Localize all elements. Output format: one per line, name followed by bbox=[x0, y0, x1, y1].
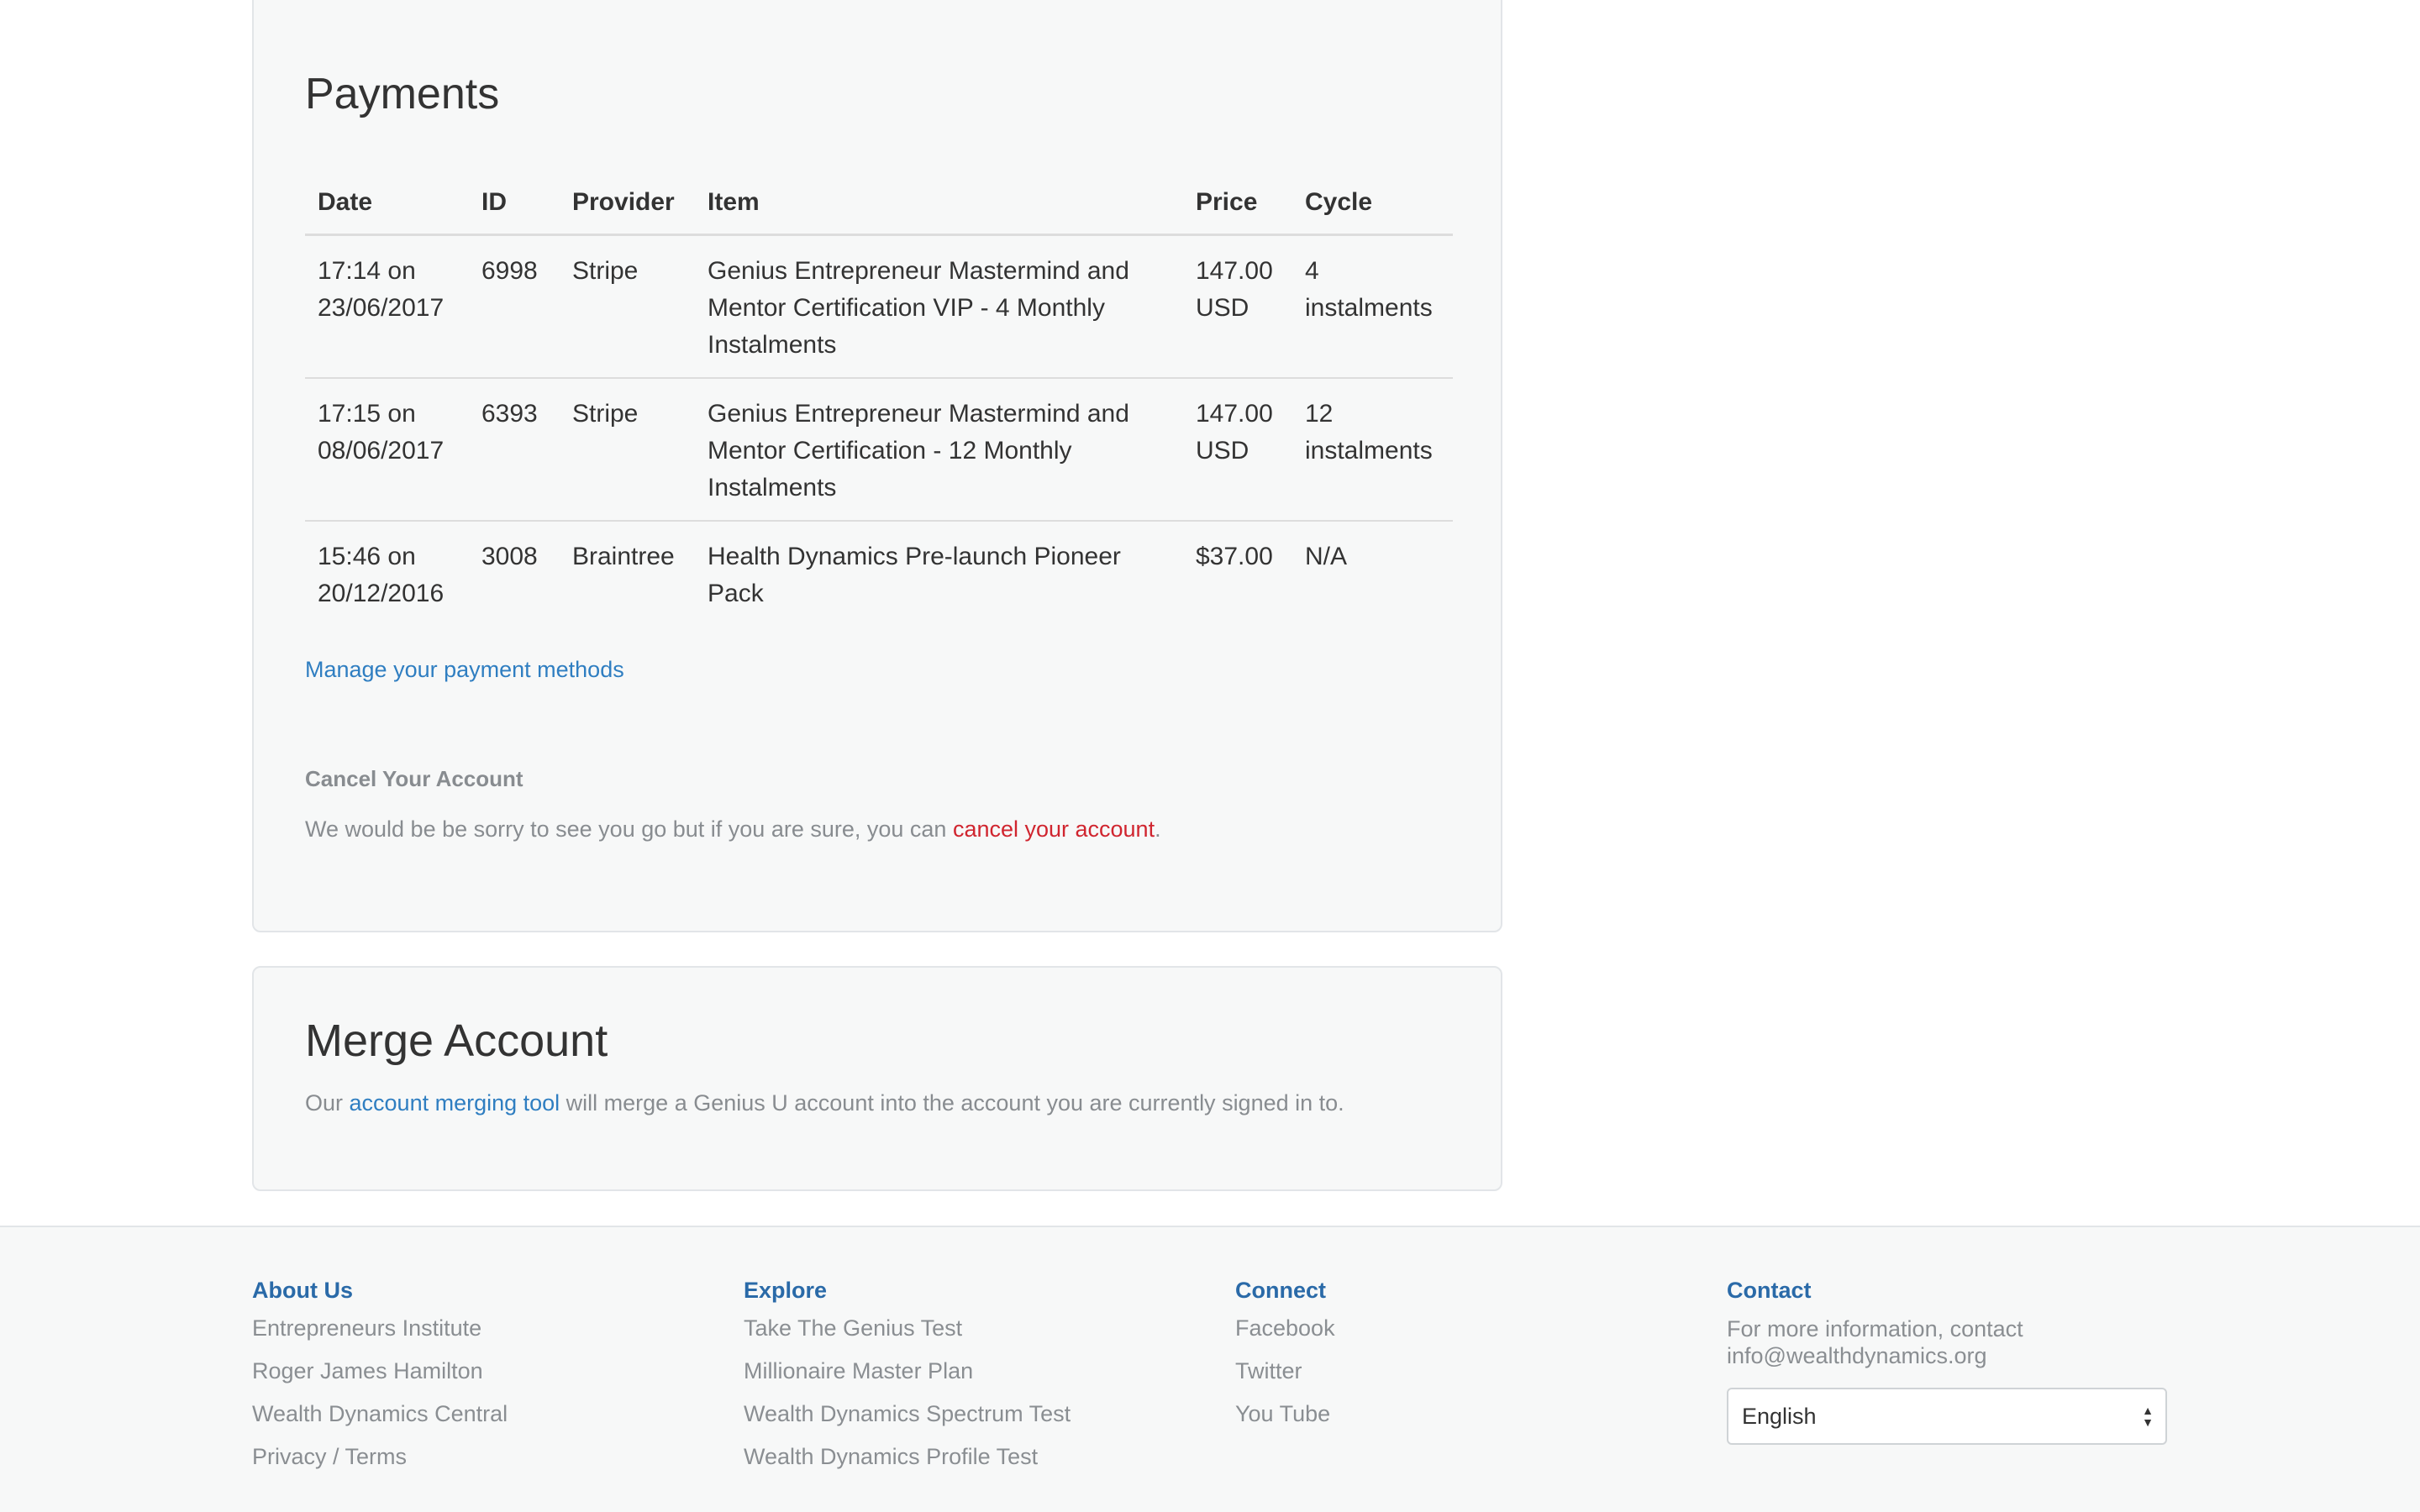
footer-heading-connect: Connect bbox=[1235, 1278, 1326, 1303]
cell-price: 147.00 USD bbox=[1183, 378, 1292, 522]
cell-id: 6393 bbox=[469, 378, 560, 522]
table-row: 17:15 on 08/06/2017 6393 Stripe Genius E… bbox=[305, 378, 1453, 522]
cell-price: $37.00 bbox=[1196, 543, 1273, 570]
merge-account-card: Merge Account Our account merging tool w… bbox=[252, 966, 1502, 1191]
cell-date: 15:46 on 20/12/2016 bbox=[318, 543, 445, 607]
merge-account-title: Merge Account bbox=[305, 1016, 608, 1066]
column-header-id: ID bbox=[469, 170, 560, 236]
cell-item: Genius Entrepreneur Mastermind and Mento… bbox=[695, 378, 1183, 522]
cell-provider: Stripe bbox=[560, 234, 695, 379]
cancel-account-text: We would be be sorry to see you go but i… bbox=[305, 816, 1161, 843]
footer-link-spectrum-test[interactable]: Wealth Dynamics Spectrum Test bbox=[744, 1401, 1071, 1427]
cell-cycle: N/A bbox=[1305, 543, 1348, 570]
cancel-account-link[interactable]: cancel your account bbox=[953, 816, 1155, 842]
footer-link-facebook[interactable]: Facebook bbox=[1235, 1315, 1335, 1341]
payments-title: Payments bbox=[305, 70, 500, 118]
footer-heading-contact: Contact bbox=[1727, 1278, 1812, 1303]
cell-provider: Braintree bbox=[572, 543, 675, 570]
cell-cycle: 4 instalments bbox=[1292, 234, 1453, 379]
footer-link-entrepreneurs-institute[interactable]: Entrepreneurs Institute bbox=[252, 1315, 508, 1341]
column-header-price: Price bbox=[1183, 170, 1292, 236]
footer-link-twitter[interactable]: Twitter bbox=[1235, 1358, 1335, 1384]
table-row: 17:14 on 23/06/2017 6998 Stripe Genius E… bbox=[305, 234, 1453, 379]
cell-id: 3008 bbox=[481, 543, 538, 570]
footer-link-roger-james-hamilton[interactable]: Roger James Hamilton bbox=[252, 1358, 508, 1384]
footer-column-about: About Us Entrepreneurs Institute Roger J… bbox=[252, 1278, 508, 1487]
footer-link-millionaire-master-plan[interactable]: Millionaire Master Plan bbox=[744, 1358, 1071, 1384]
language-select[interactable]: English ▲ ▼ bbox=[1727, 1388, 2167, 1445]
cancel-text-before: We would be be sorry to see you go but i… bbox=[305, 816, 953, 842]
column-header-cycle: Cycle bbox=[1292, 170, 1453, 236]
payments-card: Payments Date ID Provider Item Price Cyc… bbox=[252, 0, 1502, 932]
cell-provider: Stripe bbox=[560, 378, 695, 522]
footer-column-contact: Contact For more information, contact in… bbox=[1727, 1278, 2167, 1445]
merge-account-text: Our account merging tool will merge a Ge… bbox=[305, 1090, 1344, 1116]
table-header-row: Date ID Provider Item Price Cycle bbox=[305, 170, 1453, 236]
cell-cycle: 12 instalments bbox=[1292, 378, 1453, 522]
cell-price: 147.00 USD bbox=[1183, 234, 1292, 379]
footer-link-genius-test[interactable]: Take The Genius Test bbox=[744, 1315, 1071, 1341]
cell-item: Genius Entrepreneur Mastermind and Mento… bbox=[695, 234, 1183, 379]
cell-item: Health Dynamics Pre-launch Pioneer Pack bbox=[708, 543, 1121, 607]
column-header-provider: Provider bbox=[560, 170, 695, 236]
payments-table: Date ID Provider Item Price Cycle 17:14 … bbox=[305, 170, 1453, 626]
merge-text-before: Our bbox=[305, 1090, 350, 1116]
footer-link-youtube[interactable]: You Tube bbox=[1235, 1401, 1335, 1427]
language-select-value: English bbox=[1742, 1404, 1817, 1429]
footer: About Us Entrepreneurs Institute Roger J… bbox=[0, 1226, 2420, 1512]
footer-link-privacy-terms[interactable]: Privacy / Terms bbox=[252, 1444, 508, 1470]
select-arrows-icon: ▲ ▼ bbox=[2142, 1404, 2154, 1429]
cancel-account-heading: Cancel Your Account bbox=[305, 766, 523, 791]
manage-payment-methods-link[interactable]: Manage your payment methods bbox=[305, 657, 624, 683]
footer-heading-about: About Us bbox=[252, 1278, 353, 1303]
merge-text-after: will merge a Genius U account into the a… bbox=[560, 1090, 1344, 1116]
account-merging-tool-link[interactable]: account merging tool bbox=[350, 1090, 560, 1116]
contact-text: For more information, contact info@wealt… bbox=[1727, 1316, 2023, 1368]
cell-date: 17:15 on 08/06/2017 bbox=[305, 378, 469, 522]
cell-id: 6998 bbox=[469, 234, 560, 379]
cell-date: 17:14 on 23/06/2017 bbox=[305, 234, 469, 379]
footer-column-connect: Connect Facebook Twitter You Tube bbox=[1235, 1278, 1335, 1444]
column-header-date: Date bbox=[305, 170, 469, 236]
page-content: Payments Date ID Provider Item Price Cyc… bbox=[0, 0, 2420, 1226]
column-header-item: Item bbox=[695, 170, 1183, 236]
footer-link-wealth-dynamics-central[interactable]: Wealth Dynamics Central bbox=[252, 1401, 508, 1427]
footer-heading-explore: Explore bbox=[744, 1278, 828, 1303]
cancel-text-after: . bbox=[1155, 816, 1161, 842]
footer-link-profile-test[interactable]: Wealth Dynamics Profile Test bbox=[744, 1444, 1071, 1470]
footer-column-explore: Explore Take The Genius Test Millionaire… bbox=[744, 1278, 1071, 1487]
table-row: 15:46 on 20/12/2016 3008 Braintree Healt… bbox=[305, 521, 1453, 626]
